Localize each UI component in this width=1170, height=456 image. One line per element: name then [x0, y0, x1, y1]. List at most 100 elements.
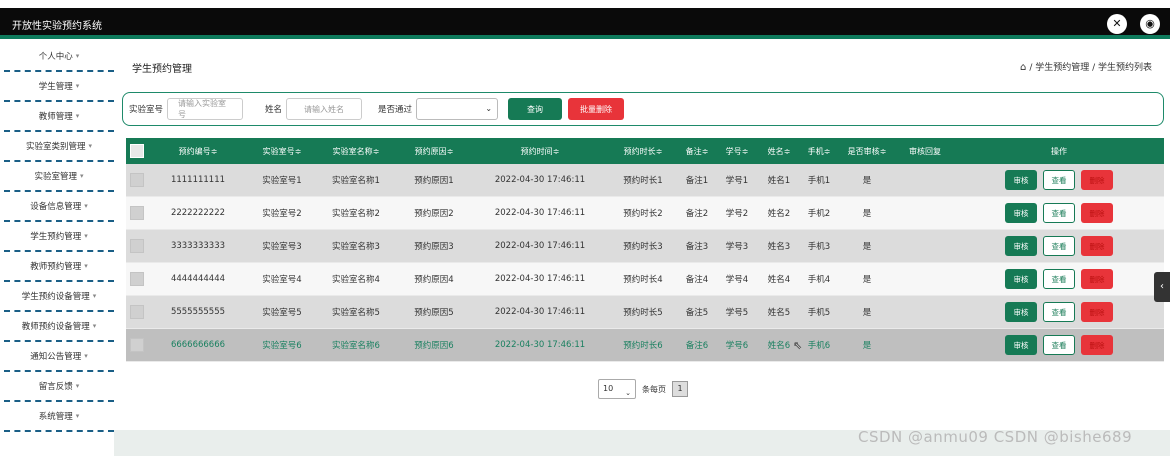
row-checkbox[interactable]	[130, 272, 144, 286]
cell-audit: 是	[862, 341, 872, 351]
home-icon[interactable]: ⌂	[1020, 62, 1026, 73]
row-actions: 审核 查看 删除	[954, 302, 1164, 322]
table-row[interactable]: 2222222222 实验室号2 实验室名称2 预约原因2 2022-04-30 17:…	[126, 197, 1164, 230]
cell-duration: 预约时长4	[623, 275, 663, 285]
cell-note: 备注3	[685, 242, 709, 252]
chevron-down-icon: ▾	[92, 322, 97, 330]
cell-phone: 手机3	[807, 242, 831, 252]
delete-button[interactable]: 删除	[1081, 335, 1113, 355]
table-row[interactable]: 3333333333 实验室号3 实验室名称3 预约原因3 2022-04-30 17:…	[126, 230, 1164, 263]
sidebar-item[interactable]: 学生管理 ▾	[4, 72, 114, 102]
cell-duration: 预约时长6	[623, 341, 663, 351]
sidebar-item-label: 学生预约设备管理	[21, 292, 90, 302]
select-all-checkbox[interactable]	[130, 144, 144, 158]
pass-select[interactable]: ⌄	[416, 98, 499, 120]
table-row[interactable]: 4444444444 实验室号4 实验室名称4 预约原因4 2022-04-30 17:…	[126, 263, 1164, 296]
cell-phone: 手机5	[807, 308, 831, 318]
col-student-id[interactable]: 学号≑	[716, 146, 758, 157]
collapse-panel-icon[interactable]: ‹	[1154, 272, 1170, 302]
cell-room-name: 实验室名称5	[332, 308, 380, 318]
page-number-button[interactable]: 1	[672, 381, 688, 397]
audit-button[interactable]: 审核	[1005, 170, 1037, 190]
cell-id: 3333333333	[170, 241, 226, 251]
col-time[interactable]: 预约时间≑	[472, 146, 608, 157]
cell-student-id: 学号3	[725, 242, 749, 252]
row-checkbox[interactable]	[130, 305, 144, 319]
audit-button[interactable]: 审核	[1005, 236, 1037, 256]
sidebar-item-label: 学生预约管理	[30, 232, 82, 242]
cell-time: 2022-04-30 17:46:11	[494, 241, 586, 251]
name-input[interactable]: 请输入姓名	[286, 98, 363, 120]
sidebar-item[interactable]: 学生预约设备管理 ▾	[4, 282, 114, 312]
sidebar-item[interactable]: 实验室类别管理 ▾	[4, 132, 114, 162]
cell-reason: 预约原因6	[414, 341, 454, 351]
view-button[interactable]: 查看	[1043, 170, 1075, 190]
delete-button[interactable]: 删除	[1081, 170, 1113, 190]
col-phone[interactable]: 手机≑	[800, 146, 838, 157]
audit-button[interactable]: 审核	[1005, 302, 1037, 322]
room-input[interactable]: 请输入实验室号	[167, 98, 244, 120]
view-button[interactable]: 查看	[1043, 335, 1075, 355]
col-student-name[interactable]: 姓名≑	[758, 146, 800, 157]
breadcrumb-text: / 学生预约管理 / 学生预约列表	[1029, 63, 1152, 73]
row-checkbox[interactable]	[130, 338, 144, 352]
top-bar: 开放性实验预约系统 ✕ ◉	[0, 8, 1170, 39]
cell-id: 6666666666	[170, 340, 226, 350]
query-button[interactable]: 查询	[508, 98, 563, 120]
audit-button[interactable]: 审核	[1005, 335, 1037, 355]
cell-duration: 预约时长2	[623, 209, 663, 219]
sidebar-item[interactable]: 教师管理 ▾	[4, 102, 114, 132]
sidebar-item[interactable]: 实验室管理 ▾	[4, 162, 114, 192]
row-select-cell	[126, 338, 148, 352]
col-note[interactable]: 备注≑	[678, 146, 716, 157]
cell-note: 备注4	[685, 275, 709, 285]
table-row[interactable]: 6666666666 实验室号6 实验室名称6 预约原因6 2022-04-30 17:…	[126, 329, 1164, 362]
table-row[interactable]: 1111111111 实验室号1 实验室名称1 预约原因1 2022-04-30 17:…	[126, 164, 1164, 197]
table-row[interactable]: 5555555555 实验室号5 实验室名称5 预约原因5 2022-04-30 17:…	[126, 296, 1164, 329]
row-checkbox[interactable]	[130, 206, 144, 220]
col-room[interactable]: 实验室号≑	[248, 146, 316, 157]
sidebar-item[interactable]: 设备信息管理 ▾	[4, 192, 114, 222]
sidebar-item[interactable]: 学生预约管理 ▾	[4, 222, 114, 252]
col-reason[interactable]: 预约原因≑	[396, 146, 472, 157]
view-button[interactable]: 查看	[1043, 203, 1075, 223]
audit-button[interactable]: 审核	[1005, 269, 1037, 289]
col-duration[interactable]: 预约时长≑	[608, 146, 678, 157]
sidebar-item-label: 通知公告管理	[30, 352, 82, 362]
cell-room: 实验室号2	[262, 209, 302, 219]
view-button[interactable]: 查看	[1043, 236, 1075, 256]
delete-button[interactable]: 删除	[1081, 302, 1113, 322]
delete-button[interactable]: 删除	[1081, 203, 1113, 223]
delete-button[interactable]: 删除	[1081, 269, 1113, 289]
view-button[interactable]: 查看	[1043, 269, 1075, 289]
cell-room: 实验室号4	[262, 275, 302, 285]
col-id[interactable]: 预约编号≑	[148, 146, 248, 157]
sidebar-item[interactable]: 系统管理 ▾	[4, 402, 114, 432]
row-checkbox[interactable]	[130, 239, 144, 253]
row-checkbox[interactable]	[130, 173, 144, 187]
cell-student-id: 学号2	[725, 209, 749, 219]
col-room-name[interactable]: 实验室名称≑	[316, 146, 396, 157]
fullscreen-icon[interactable]: ✕	[1107, 14, 1127, 34]
sidebar-item[interactable]: 通知公告管理 ▾	[4, 342, 114, 372]
row-actions: 审核 查看 删除	[954, 170, 1164, 190]
sidebar-item[interactable]: 教师预约管理 ▾	[4, 252, 114, 282]
col-reply: 审核回复	[909, 146, 941, 156]
view-button[interactable]: 查看	[1043, 302, 1075, 322]
user-icon[interactable]: ◉	[1140, 14, 1160, 34]
breadcrumb: ⌂ / 学生预约管理 / 学生预约列表	[1020, 60, 1152, 73]
row-select-cell	[126, 272, 148, 286]
sidebar-item[interactable]: 教师预约设备管理 ▾	[4, 312, 114, 342]
chevron-down-icon: ⌄	[485, 104, 493, 113]
page-size-select[interactable]: 10 ⌄	[598, 379, 636, 399]
cell-room-name: 实验室名称2	[332, 209, 380, 219]
batch-delete-button[interactable]: 批量删除	[568, 98, 625, 120]
audit-button[interactable]: 审核	[1005, 203, 1037, 223]
sidebar-item[interactable]: 留言反馈 ▾	[4, 372, 114, 402]
delete-button[interactable]: 删除	[1081, 236, 1113, 256]
chevron-down-icon: ▾	[75, 52, 80, 60]
reservations-table: 预约编号≑ 实验室号≑ 实验室名称≑ 预约原因≑ 预约时间≑ 预约时长≑ 备注≑…	[126, 138, 1164, 362]
cell-student-name: 姓名3	[767, 242, 791, 252]
sidebar-item[interactable]: 个人中心 ▾	[4, 42, 114, 72]
col-audit[interactable]: 是否审核≑	[838, 146, 896, 157]
